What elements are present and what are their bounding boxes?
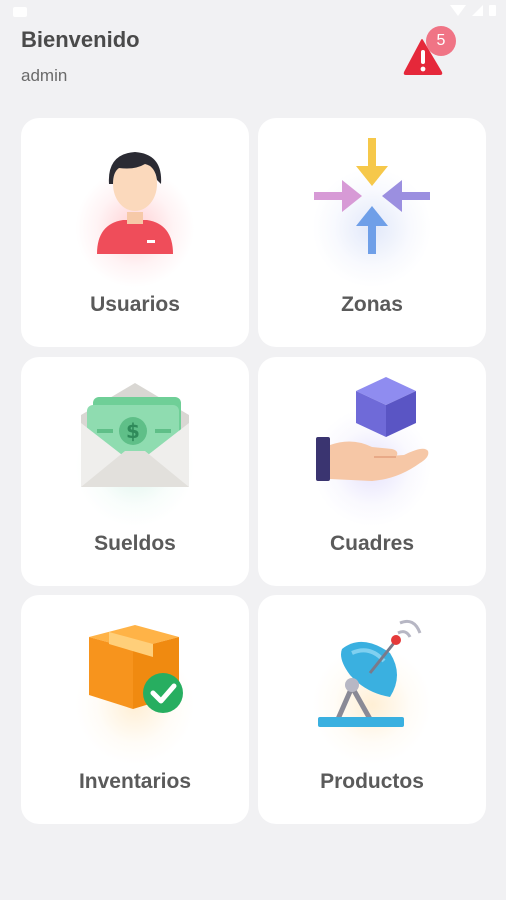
menu-card-usuarios[interactable]: Usuarios — [21, 118, 249, 347]
menu-label-sueldos: Sueldos — [94, 532, 176, 555]
menu-label-zonas: Zonas — [341, 293, 403, 316]
signal-icon — [472, 5, 483, 16]
menu-card-cuadres[interactable]: Cuadres — [258, 357, 486, 586]
hand-cube-icon — [316, 377, 429, 481]
battery-icon — [489, 5, 496, 16]
menu-label-productos: Productos — [320, 770, 424, 793]
menu-card-zonas[interactable]: Zonas — [258, 118, 486, 347]
svg-text:$: $ — [126, 419, 140, 443]
wifi-icon — [450, 5, 466, 16]
username-label: admin — [21, 66, 68, 85]
menu-card-sueldos[interactable]: $ Sueldos — [21, 357, 249, 586]
status-icons — [450, 5, 496, 16]
user-icon — [97, 152, 173, 254]
notification-icon — [13, 7, 27, 17]
satellite-dish-icon — [318, 619, 422, 727]
arrows-converge-icon — [314, 138, 430, 254]
menu-card-productos[interactable]: Productos — [258, 595, 486, 824]
box-check-icon — [89, 625, 183, 713]
page-title: Bienvenido — [21, 27, 140, 52]
notification-badge: 5 — [426, 26, 456, 56]
menu-card-inventarios[interactable]: Inventarios — [21, 595, 249, 824]
money-envelope-icon: $ — [81, 383, 189, 487]
status-bar — [0, 0, 506, 26]
menu-label-inventarios: Inventarios — [78, 770, 192, 793]
menu-label-cuadres: Cuadres — [329, 532, 415, 555]
menu-label-usuarios: Usuarios — [90, 293, 180, 316]
menu-grid: Usuarios Zonas $ Sueldos Cuadres Inventa… — [21, 118, 486, 824]
alerts-button[interactable]: 5 — [400, 26, 462, 78]
